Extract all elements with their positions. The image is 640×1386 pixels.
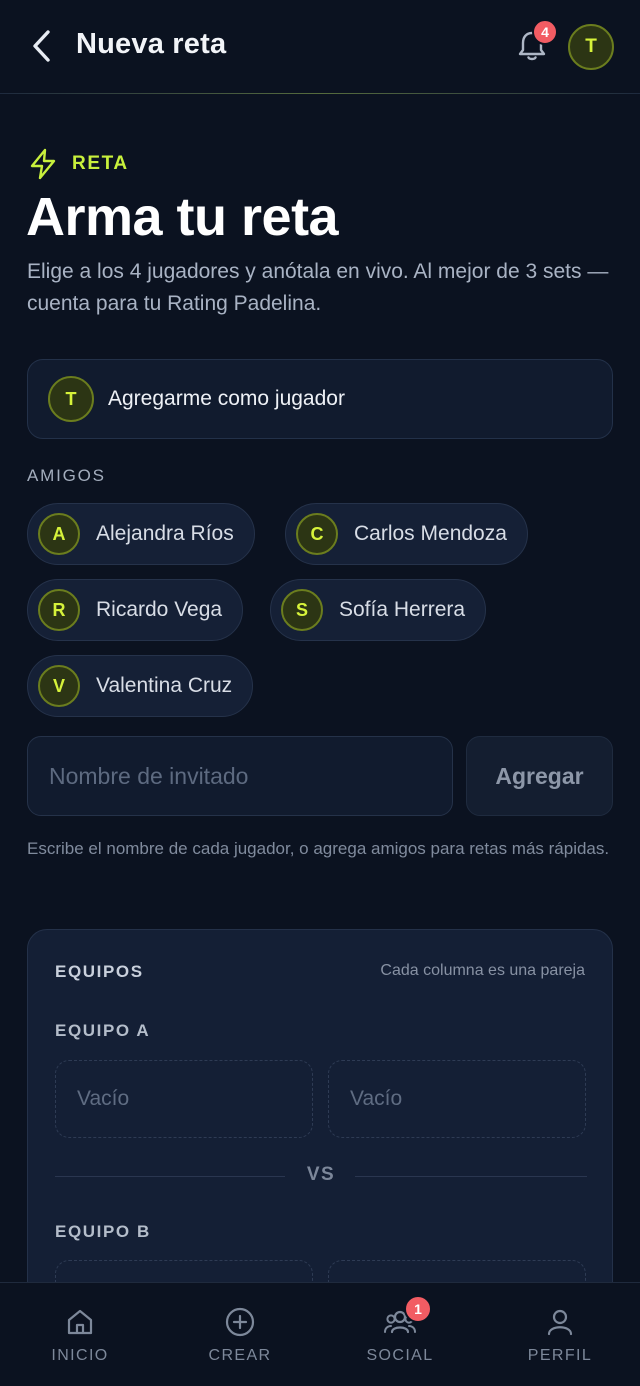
notifications-badge: 4 xyxy=(532,19,558,45)
team-a-label: EQUIPO A xyxy=(55,1021,151,1040)
friend-name: Carlos Mendoza xyxy=(354,522,507,545)
top-bar: Nueva reta 4 T xyxy=(0,0,640,94)
friend-avatar: S xyxy=(281,589,323,631)
nav-item-social[interactable]: SOCIAL xyxy=(320,1283,480,1386)
friend-chip[interactable]: S Sofía Herrera xyxy=(270,579,487,641)
self-avatar: T xyxy=(48,376,94,422)
nav-item-perfil[interactable]: PERFIL xyxy=(480,1283,640,1386)
friend-chip[interactable]: C Carlos Mendoza xyxy=(285,503,528,565)
home-icon xyxy=(67,1309,93,1335)
friend-avatar: R xyxy=(38,589,80,631)
hero-title: Arma tu reta xyxy=(26,187,339,247)
friend-avatar: C xyxy=(296,513,338,555)
teams-title: EQUIPOS xyxy=(55,962,144,981)
friend-name: Valentina Cruz xyxy=(96,674,233,697)
friend-chip[interactable]: R Ricardo Vega xyxy=(27,579,244,641)
friends-label: AMIGOS xyxy=(27,466,106,485)
vs-label: VS xyxy=(306,1164,336,1185)
section-eyebrow: RETA xyxy=(28,148,129,180)
add-me-button[interactable]: T Agregarme como jugador xyxy=(27,359,613,439)
nav-item-crear[interactable]: CREAR xyxy=(160,1283,320,1386)
chevron-left-icon xyxy=(33,30,50,62)
plus-circle-icon xyxy=(225,1307,255,1337)
friend-chip[interactable]: V Valentina Cruz xyxy=(27,655,254,717)
nav-label: CREAR xyxy=(208,1347,272,1364)
teams-subtitle: Cada columna es una pareja xyxy=(380,962,585,979)
friend-avatar: A xyxy=(38,513,80,555)
guest-hint: Escribe el nombre de cada jugador, o agr… xyxy=(27,839,610,858)
user-avatar[interactable]: T xyxy=(568,24,614,70)
friend-name: Ricardo Vega xyxy=(96,598,223,621)
nav-label: SOCIAL xyxy=(366,1347,434,1364)
team-a-slot-1[interactable]: Vacío xyxy=(55,1060,313,1138)
add-me-label: Agregarme como jugador xyxy=(108,387,345,410)
social-badge: 1 xyxy=(404,1295,432,1323)
user-icon xyxy=(547,1309,573,1336)
eyebrow-label: RETA xyxy=(72,153,129,174)
page-title: Nueva reta xyxy=(76,28,227,60)
header-divider xyxy=(0,93,640,94)
friend-chip[interactable]: A Alejandra Ríos xyxy=(27,503,255,565)
friend-name: Alejandra Ríos xyxy=(96,522,234,545)
guest-name-input[interactable] xyxy=(27,736,453,816)
nav-item-inicio[interactable]: INICIO xyxy=(0,1283,160,1386)
lightning-icon xyxy=(30,148,56,180)
team-a-slot-2[interactable]: Vacío xyxy=(328,1060,586,1138)
friend-avatar: V xyxy=(38,665,80,707)
nav-label: PERFIL xyxy=(527,1347,593,1364)
team-b-label: EQUIPO B xyxy=(55,1222,151,1241)
add-guest-button[interactable]: Agregar xyxy=(466,736,613,816)
bottom-navigation: INICIO CREAR SOCIAL PERFIL xyxy=(0,1282,640,1386)
hero-description: Elige a los 4 jugadores y anótala en viv… xyxy=(27,260,609,315)
nav-label: INICIO xyxy=(51,1347,109,1364)
back-button[interactable] xyxy=(26,26,58,66)
friend-name: Sofía Herrera xyxy=(339,598,466,621)
